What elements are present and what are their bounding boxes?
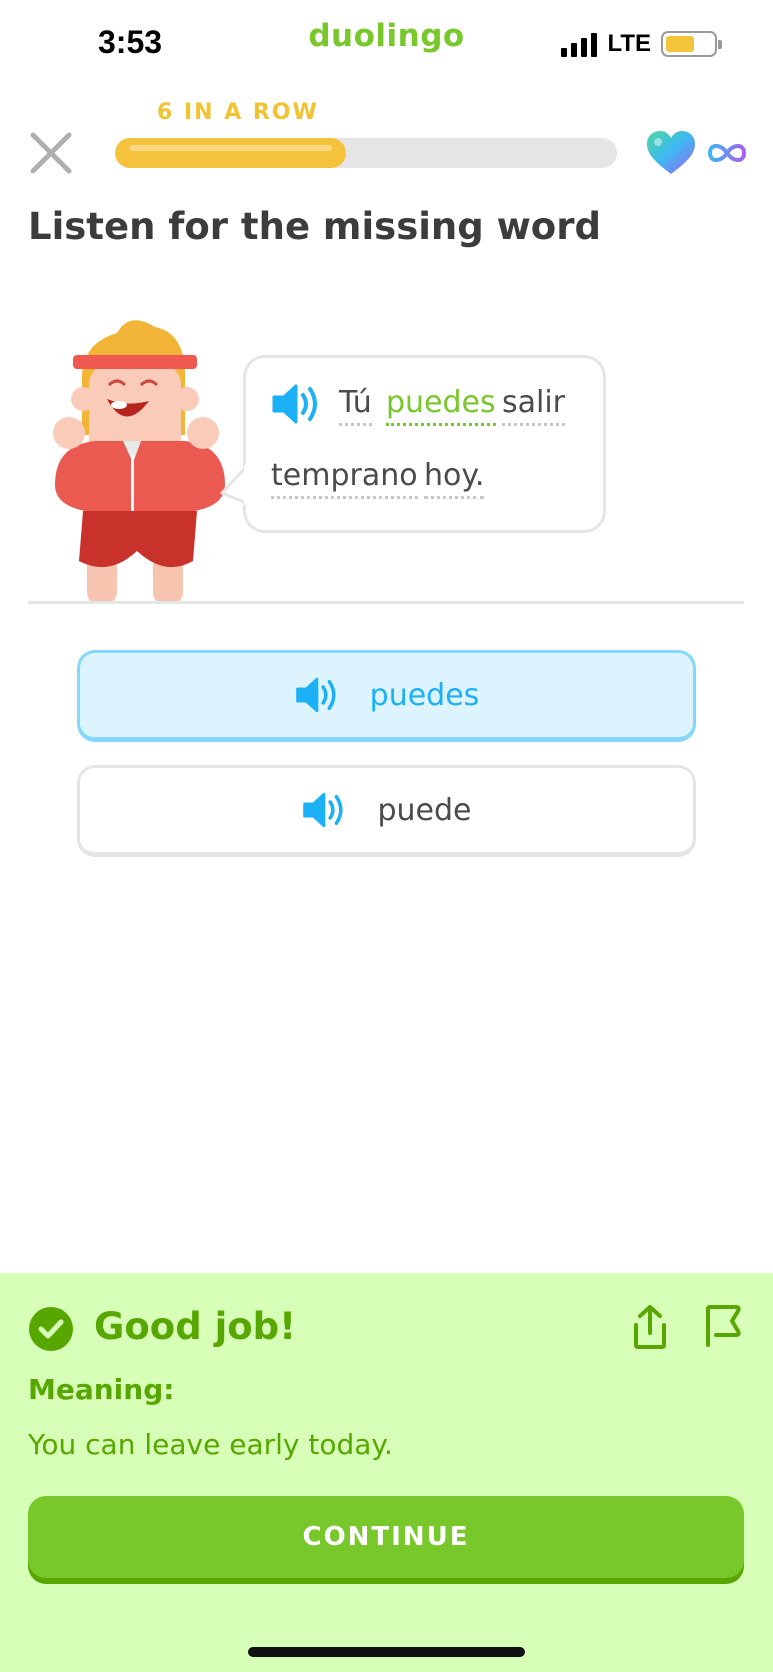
- feedback-panel: Good job! Meaning: You can leave early t…: [0, 1273, 773, 1672]
- option-puedes[interactable]: puedes: [77, 650, 696, 742]
- heart-icon[interactable]: [645, 130, 697, 176]
- meaning-text: You can leave early today.: [28, 1428, 393, 1461]
- sentence-word[interactable]: hoy.: [424, 458, 485, 499]
- continue-label: CONTINUE: [302, 1522, 470, 1552]
- option-label: puedes: [369, 677, 480, 713]
- infinity-icon: [708, 143, 746, 163]
- speaker-icon[interactable]: [270, 383, 322, 425]
- character-illustration: [53, 320, 225, 603]
- speaker-icon: [295, 677, 336, 713]
- sentence-word[interactable]: Tú: [339, 385, 372, 426]
- sentence-word[interactable]: temprano: [271, 458, 418, 499]
- streak-label: 6 IN A ROW: [157, 100, 319, 125]
- meaning-label: Meaning:: [28, 1373, 175, 1406]
- divider: [28, 601, 744, 604]
- option-label: puede: [377, 792, 472, 828]
- network-label: LTE: [607, 30, 651, 57]
- option-puede[interactable]: puede: [77, 765, 696, 857]
- speech-bubble-tail: [220, 465, 248, 505]
- page-title: Listen for the missing word: [28, 205, 601, 248]
- check-circle-icon: [29, 1307, 73, 1351]
- home-indicator[interactable]: [248, 1647, 525, 1657]
- sentence-word-answer[interactable]: puedes: [386, 385, 496, 426]
- speaker-icon: [303, 792, 344, 828]
- feedback-heading: Good job!: [94, 1305, 297, 1348]
- sentence-word[interactable]: salir: [502, 385, 566, 426]
- flag-icon[interactable]: [702, 1303, 744, 1347]
- continue-button[interactable]: CONTINUE: [28, 1496, 744, 1578]
- close-icon[interactable]: [28, 130, 74, 176]
- progress-fill: [115, 138, 346, 168]
- status-indicators: LTE: [561, 30, 722, 58]
- share-icon[interactable]: [628, 1303, 672, 1351]
- speech-bubble: [243, 355, 606, 533]
- signal-icon: [561, 31, 598, 57]
- battery-icon: [661, 31, 722, 57]
- progress-bar: [115, 138, 617, 168]
